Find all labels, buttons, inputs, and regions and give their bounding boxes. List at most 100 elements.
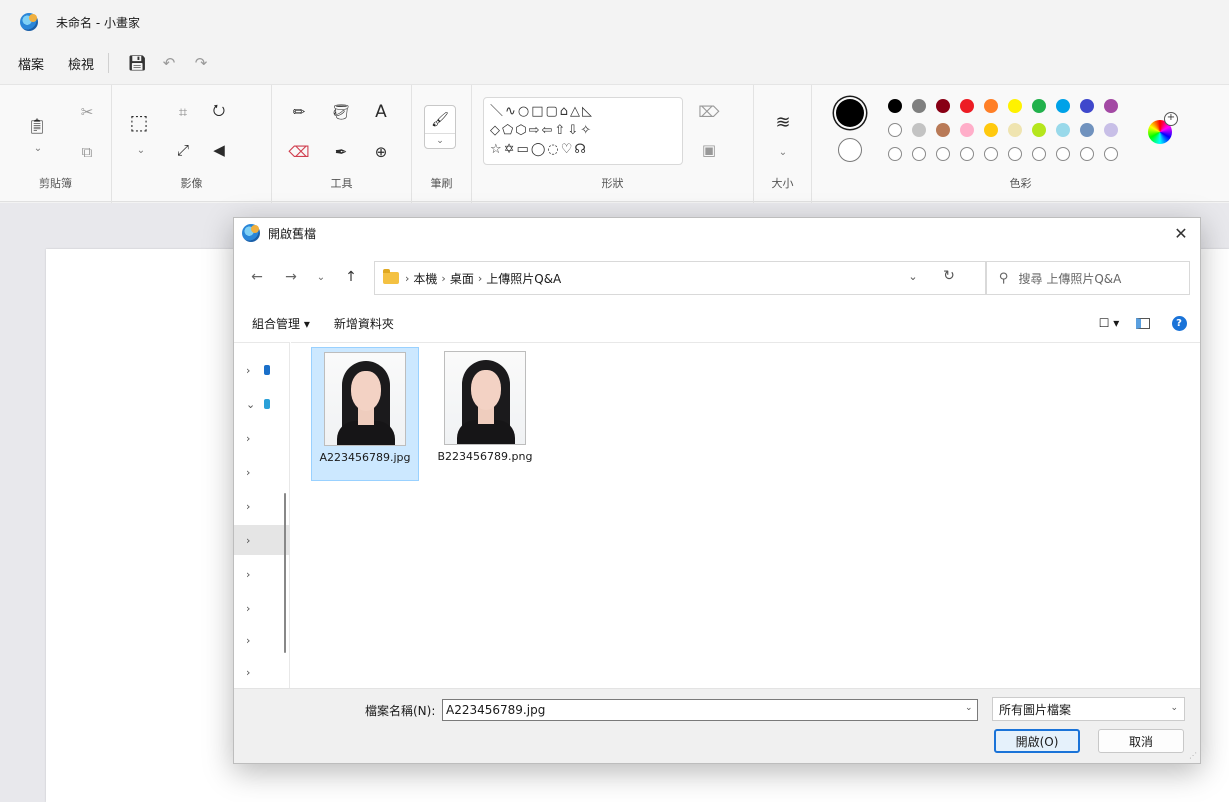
back-icon[interactable]: ←: [246, 266, 268, 288]
color-swatch[interactable]: [912, 99, 926, 113]
flip-icon[interactable]: ◀: [208, 139, 230, 161]
size-dropdown-icon[interactable]: ⌄: [772, 141, 794, 163]
color-swatch[interactable]: [960, 99, 974, 113]
color-swatch[interactable]: [1056, 99, 1070, 113]
custom-color-slot[interactable]: [1104, 147, 1118, 161]
brush-button[interactable]: 🖌︎ ⌄: [424, 105, 456, 149]
custom-color-slot[interactable]: [1008, 147, 1022, 161]
breadcrumb-current-folder[interactable]: 上傳照片Q&A: [486, 270, 561, 287]
cancel-button[interactable]: 取消: [1098, 729, 1184, 753]
resize-grip-icon[interactable]: ⋰: [1189, 751, 1197, 760]
nav-item[interactable]: ›: [234, 625, 290, 655]
cut-icon[interactable]: ✂: [76, 101, 98, 123]
primary-color[interactable]: [836, 99, 864, 127]
preview-pane-icon[interactable]: [1134, 314, 1152, 332]
menu-separator: [108, 53, 110, 73]
nav-item[interactable]: ›: [234, 423, 290, 453]
outline-icon[interactable]: ⌦: [698, 101, 720, 123]
custom-color-slot[interactable]: [936, 147, 950, 161]
filename-dropdown-icon[interactable]: ⌄: [965, 703, 973, 713]
new-folder-button[interactable]: 新增資料夾: [334, 315, 394, 332]
file-item[interactable]: B223456789.png: [431, 347, 539, 481]
nav-item-this-pc[interactable]: ⌄: [234, 389, 290, 419]
address-bar[interactable]: › 本機 › 桌面 › 上傳照片Q&A: [374, 261, 986, 295]
pencil-icon[interactable]: ✏: [288, 101, 310, 123]
search-box[interactable]: ⚲ 搜尋 上傳照片Q&A: [986, 261, 1190, 295]
custom-color-slot[interactable]: [912, 147, 926, 161]
up-icon[interactable]: ↑: [340, 266, 362, 288]
magnifier-icon[interactable]: ⊕: [370, 141, 392, 163]
nav-scrollbar[interactable]: [284, 493, 286, 653]
color-swatch[interactable]: [1032, 99, 1046, 113]
nav-item[interactable]: ›: [234, 657, 290, 687]
refresh-icon[interactable]: ↻: [939, 266, 959, 286]
breadcrumb-this-pc[interactable]: 本機: [413, 270, 437, 287]
color-swatch[interactable]: [1008, 99, 1022, 113]
custom-color-slot[interactable]: [1080, 147, 1094, 161]
undo-icon[interactable]: ↶: [153, 49, 185, 77]
help-icon[interactable]: ?: [1170, 314, 1188, 332]
shapes-gallery[interactable]: ＼∿○□▢⌂△◺ ◇⬠⬡⇨⇦⇧⇩✧ ☆✡▭◯◌♡☊: [483, 97, 683, 165]
custom-color-slot[interactable]: [1056, 147, 1070, 161]
resize-icon[interactable]: ⤢: [172, 139, 194, 161]
rotate-icon[interactable]: ⭮: [208, 101, 230, 123]
color-swatch[interactable]: [888, 123, 902, 137]
view-options-icon[interactable]: ☐ ▾: [1094, 314, 1124, 332]
copy-icon[interactable]: ⧉: [76, 141, 98, 163]
custom-color-slot[interactable]: [960, 147, 974, 161]
filetype-select[interactable]: 所有圖片檔案 ⌄: [992, 697, 1185, 721]
nav-item[interactable]: ›: [234, 559, 290, 589]
text-icon[interactable]: A: [370, 101, 392, 123]
color-swatch[interactable]: [984, 123, 998, 137]
eraser-icon[interactable]: ⌫: [288, 141, 310, 163]
nav-item-desktop[interactable]: ›: [234, 525, 290, 555]
fill-icon[interactable]: 🪣︎: [330, 101, 352, 123]
color-swatch[interactable]: [1008, 123, 1022, 137]
color-swatch[interactable]: [960, 123, 974, 137]
paste-icon[interactable]: 📋︎: [26, 115, 48, 137]
color-swatch[interactable]: [1104, 99, 1118, 113]
color-swatch[interactable]: [1056, 123, 1070, 137]
open-button[interactable]: 開啟(O): [994, 729, 1080, 753]
color-swatch[interactable]: [1080, 99, 1094, 113]
shape-fill-icon[interactable]: ▣: [698, 139, 720, 161]
menu-view[interactable]: 檢視: [68, 54, 94, 73]
filename-input[interactable]: A223456789.jpg: [442, 699, 978, 721]
nav-item-onedrive[interactable]: ›: [234, 355, 290, 385]
color-picker-icon[interactable]: ✒: [330, 141, 352, 163]
nav-item[interactable]: ›: [234, 457, 290, 487]
color-swatch[interactable]: [936, 99, 950, 113]
edit-colors-icon[interactable]: [1148, 112, 1178, 144]
breadcrumb-desktop[interactable]: 桌面: [450, 270, 474, 287]
address-dropdown-icon[interactable]: ⌄: [903, 266, 923, 286]
save-icon[interactable]: 💾︎: [121, 49, 153, 77]
custom-color-slot[interactable]: [888, 147, 902, 161]
color-swatch[interactable]: [912, 123, 926, 137]
size-group-label: 大小: [771, 177, 794, 190]
color-swatch[interactable]: [1080, 123, 1094, 137]
close-icon[interactable]: ✕: [1170, 222, 1192, 244]
file-item[interactable]: A223456789.jpg: [311, 347, 419, 481]
secondary-color[interactable]: [838, 138, 862, 162]
select-dropdown-icon[interactable]: ⌄: [130, 139, 152, 161]
select-icon[interactable]: ⬚: [128, 110, 150, 134]
color-swatch[interactable]: [1104, 123, 1118, 137]
organize-menu[interactable]: 組合管理 ▾: [252, 315, 310, 332]
brush-icon: 🖌︎: [425, 106, 455, 134]
menu-file[interactable]: 檔案: [18, 54, 44, 73]
line-size-icon[interactable]: ≋: [772, 111, 794, 133]
color-swatch[interactable]: [936, 123, 950, 137]
nav-item[interactable]: ›: [234, 593, 290, 623]
dialog-title-bar: 開啟舊檔 ✕: [234, 218, 1200, 248]
redo-icon[interactable]: ↷: [185, 49, 217, 77]
paste-dropdown-icon[interactable]: ⌄: [27, 137, 49, 159]
custom-color-slot[interactable]: [1032, 147, 1046, 161]
custom-color-slot[interactable]: [984, 147, 998, 161]
crop-icon[interactable]: ⌗: [172, 101, 194, 123]
nav-item[interactable]: ›: [234, 491, 290, 521]
color-swatch[interactable]: [888, 99, 902, 113]
recent-dropdown-icon[interactable]: ⌄: [310, 266, 332, 288]
color-swatch[interactable]: [1032, 123, 1046, 137]
forward-icon[interactable]: →: [280, 266, 302, 288]
color-swatch[interactable]: [984, 99, 998, 113]
